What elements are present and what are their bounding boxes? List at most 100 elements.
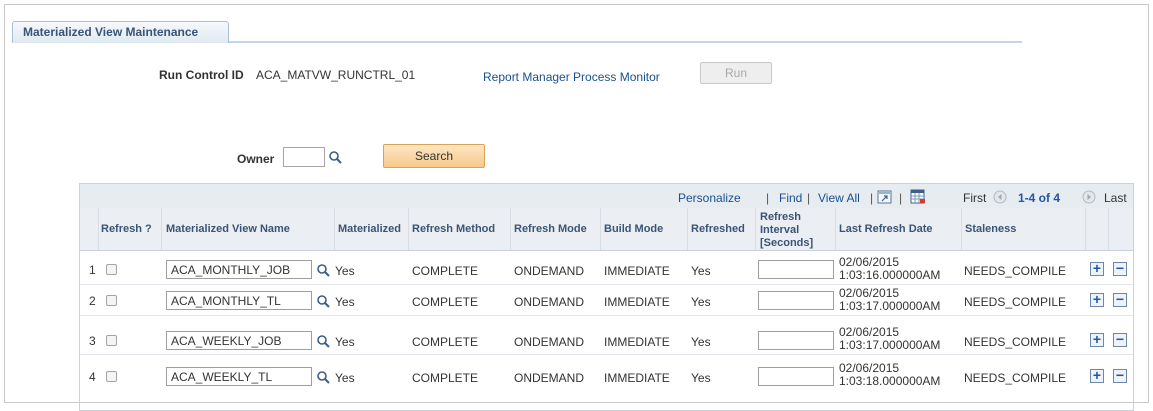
delete-row-button[interactable]: − — [1113, 332, 1127, 347]
last-refresh-date: 02/06/2015 — [839, 255, 900, 269]
toolbar-separator: | — [870, 191, 874, 205]
refresh-checkbox[interactable] — [106, 264, 117, 275]
column-header-refresh: Refresh ? — [101, 223, 152, 235]
refresh-checkbox[interactable] — [106, 295, 117, 306]
column-divider — [835, 208, 836, 250]
materialized-value: Yes — [335, 264, 355, 278]
view-all-link[interactable]: View All — [818, 191, 860, 205]
refresh-mode-value: ONDEMAND — [514, 335, 585, 349]
column-header-last-refresh-date: Last Refresh Date — [839, 223, 933, 235]
first-arrow-icon[interactable] — [993, 190, 1007, 204]
column-divider — [961, 208, 962, 250]
report-manager-process-monitor-link[interactable]: Report Manager Process Monitor — [483, 70, 660, 84]
add-row-button[interactable]: + — [1090, 332, 1104, 347]
view-name-field[interactable]: ACA_MONTHLY_TL — [166, 291, 312, 310]
build-mode-value: IMMEDIATE — [604, 335, 670, 349]
refresh-mode-value: ONDEMAND — [514, 295, 585, 309]
column-divider — [687, 208, 688, 250]
refresh-mode-value: ONDEMAND — [514, 371, 585, 385]
personalize-link[interactable]: Personalize — [678, 191, 741, 205]
add-row-button[interactable]: + — [1090, 368, 1104, 383]
refreshed-value: Yes — [691, 295, 711, 309]
row-number: 1 — [89, 263, 96, 277]
add-row-button[interactable]: + — [1090, 261, 1104, 276]
refresh-interval-input[interactable] — [758, 291, 834, 310]
view-name-field[interactable]: ACA_MONTHLY_JOB — [166, 260, 312, 279]
magnifier-icon[interactable] — [316, 294, 330, 308]
materialized-value: Yes — [335, 295, 355, 309]
refresh-checkbox[interactable] — [106, 335, 117, 346]
refreshed-value: Yes — [691, 371, 711, 385]
row-range: 1-4 of 4 — [1018, 191, 1061, 205]
refreshed-value: Yes — [691, 335, 711, 349]
column-header-refresh-mode: Refresh Mode — [514, 223, 587, 235]
refresh-interval-input[interactable] — [758, 367, 834, 386]
view-name-field[interactable]: ACA_WEEKLY_JOB — [166, 331, 312, 350]
staleness-value: NEEDS_COMPILE — [964, 371, 1067, 385]
view-name-field[interactable]: ACA_WEEKLY_TL — [166, 367, 312, 386]
column-header-staleness: Staleness — [965, 223, 1017, 235]
column-divider — [98, 208, 99, 250]
column-header-materialized: Materialized — [338, 223, 401, 235]
column-divider — [600, 208, 601, 250]
refresh-interval-input[interactable] — [758, 260, 834, 279]
zoom-icon[interactable] — [877, 190, 892, 204]
row-divider — [80, 315, 1133, 316]
spreadsheet-download-icon[interactable] — [910, 189, 926, 204]
owner-label: Owner — [237, 152, 275, 166]
last-refresh-date: 02/06/2015 — [839, 286, 900, 300]
add-row-button[interactable]: + — [1090, 292, 1104, 307]
last-refresh-time: 1:03:17.000000AM — [839, 338, 941, 352]
refreshed-value: Yes — [691, 264, 711, 278]
column-header-interval-line2: Interval — [760, 224, 800, 236]
column-divider — [510, 208, 511, 250]
toolbar-separator: | — [766, 191, 770, 205]
delete-row-button[interactable]: − — [1113, 368, 1127, 383]
owner-input[interactable] — [283, 147, 325, 167]
column-divider — [1085, 208, 1086, 250]
delete-row-button[interactable]: − — [1113, 292, 1127, 307]
staleness-value: NEEDS_COMPILE — [964, 295, 1067, 309]
column-divider — [334, 208, 335, 250]
build-mode-value: IMMEDIATE — [604, 264, 670, 278]
last-refresh-date: 02/06/2015 — [839, 325, 900, 339]
column-header-interval-line1: Refresh — [760, 211, 801, 223]
run-button[interactable]: Run — [700, 62, 772, 84]
column-header-interval-line3: [Seconds] — [760, 237, 814, 249]
staleness-value: NEEDS_COMPILE — [964, 335, 1067, 349]
last-refresh-time: 1:03:17.000000AM — [839, 299, 941, 313]
column-header-refresh-method: Refresh Method — [412, 223, 496, 235]
row-divider — [80, 284, 1133, 285]
owner-lookup-icon[interactable] — [328, 150, 342, 164]
find-link[interactable]: Find — [779, 191, 802, 205]
run-control-label: Run Control ID — [159, 68, 244, 82]
last-arrow-icon[interactable] — [1082, 190, 1096, 204]
row-number: 3 — [89, 334, 96, 348]
delete-row-button[interactable]: − — [1113, 261, 1127, 276]
last-refresh-date: 02/06/2015 — [839, 361, 900, 375]
column-divider — [755, 208, 756, 250]
build-mode-value: IMMEDIATE — [604, 371, 670, 385]
toolbar-separator: | — [807, 191, 811, 205]
column-divider — [408, 208, 409, 250]
run-control-value: ACA_MATVW_RUNCTRL_01 — [256, 68, 416, 82]
refresh-method-value: COMPLETE — [412, 295, 479, 309]
last-refresh-time: 1:03:16.000000AM — [839, 268, 941, 282]
refresh-method-value: COMPLETE — [412, 264, 479, 278]
magnifier-icon[interactable] — [316, 263, 330, 277]
last-refresh-time: 1:03:18.000000AM — [839, 374, 941, 388]
refresh-method-value: COMPLETE — [412, 371, 479, 385]
magnifier-icon[interactable] — [316, 334, 330, 348]
magnifier-icon[interactable] — [316, 370, 330, 384]
search-button[interactable]: Search — [383, 144, 485, 168]
column-header-refreshed: Refreshed — [691, 223, 745, 235]
tab-underline — [229, 41, 1022, 43]
refresh-interval-input[interactable] — [758, 331, 834, 350]
column-divider — [161, 208, 162, 250]
last-label[interactable]: Last — [1104, 191, 1127, 205]
first-label[interactable]: First — [963, 191, 986, 205]
tab-materialized-view-maintenance[interactable]: Materialized View Maintenance — [12, 21, 229, 43]
refresh-checkbox[interactable] — [106, 371, 117, 382]
staleness-value: NEEDS_COMPILE — [964, 264, 1067, 278]
column-header-build-mode: Build Mode — [604, 223, 664, 235]
